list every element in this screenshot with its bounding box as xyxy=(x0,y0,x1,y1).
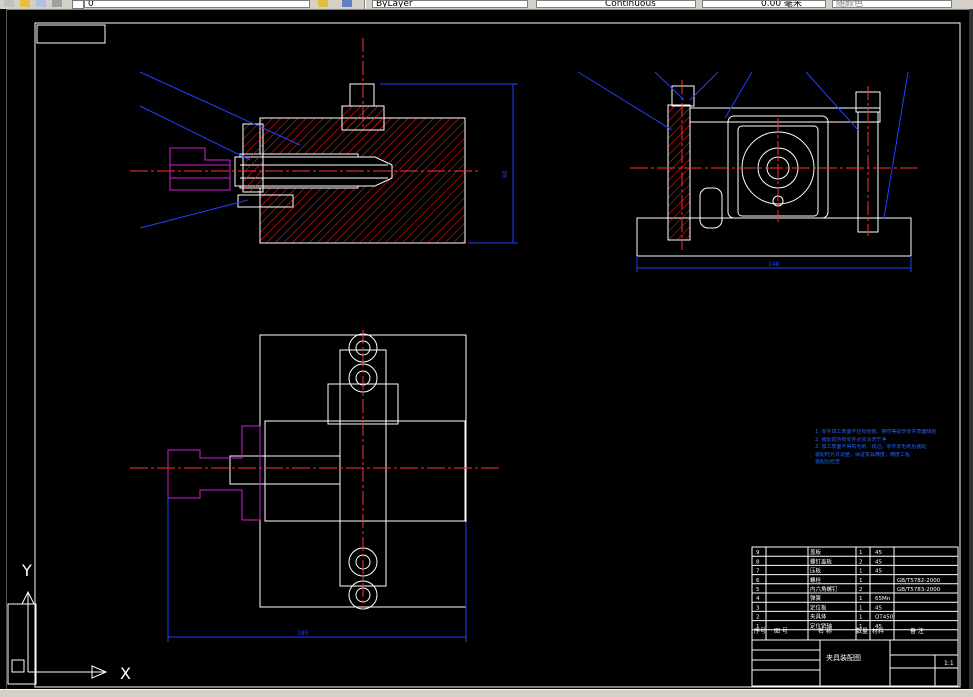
bom-cell-name: 弹簧 xyxy=(810,594,822,602)
leader-line xyxy=(139,71,301,146)
bom-cell-no: 8 xyxy=(756,559,760,565)
bom-cell-no: 5 xyxy=(756,587,760,593)
plotstyle-dropdown-value: 随颜色 xyxy=(836,0,864,8)
bom-cell-qty: 1 xyxy=(859,615,863,621)
bom-cell-name: 夹具体 xyxy=(810,613,827,621)
bom-cell-material: 45 xyxy=(875,550,882,556)
bom-cell-material: 65Mn xyxy=(875,596,891,602)
bom-cell-qty: 1 xyxy=(859,569,863,575)
bom-cell-material: 45 xyxy=(875,605,882,611)
bom-cell-qty: 2 xyxy=(859,587,863,593)
layer-bulb-icon[interactable] xyxy=(20,0,30,7)
tech-note-line: 3. 加工表面不得有毛刺、锐边，零件去毛刺后装配 xyxy=(815,444,927,450)
lineweight-dropdown-value: 0.00 毫米 xyxy=(761,0,802,8)
bom-rows: 9 盖板 1 45 8 螺钉盖板 2 45 7 压板 1 45 6 螺栓 1 GB/T5782-2000 5 内六… xyxy=(752,548,958,631)
workpiece-top-outline xyxy=(167,425,261,521)
tech-note-line: 1. 零件加工表面不应有划痕、擦伤等损伤零件表面缺陷 xyxy=(815,429,937,435)
plotstyle-dropdown[interactable]: 随颜色 xyxy=(832,0,952,8)
bom-cell-name: 螺栓 xyxy=(810,576,822,584)
bom-header-name: 名 称 xyxy=(818,627,832,635)
stud-left xyxy=(667,104,691,241)
layer-freeze-icon[interactable] xyxy=(36,0,46,7)
bom-cell-note: GB/T5783-2000 xyxy=(897,587,941,593)
work-piece-outline xyxy=(169,147,231,191)
bom-cell-name: 压板 xyxy=(810,567,822,575)
dimension-text-top-width: 185 xyxy=(297,630,309,637)
leader-line xyxy=(139,105,251,161)
bom-header-note: 备 注 xyxy=(910,627,924,635)
top-view: 185 xyxy=(130,330,500,642)
bom-cell-no: 2 xyxy=(756,615,760,621)
front-view: 80 xyxy=(130,38,518,244)
layer-state-icon[interactable] xyxy=(4,0,14,7)
bom-header-code: 图 号 xyxy=(774,628,788,635)
leader-line xyxy=(724,71,753,119)
ucs-icon xyxy=(7,590,108,685)
body-top xyxy=(264,420,466,522)
title-block: 夹具装配图 1:1 xyxy=(751,639,959,687)
bom-cell-name: 内六角螺钉 xyxy=(810,585,838,593)
bom-cell-no: 3 xyxy=(756,605,760,611)
linetype-dropdown[interactable]: Continuous xyxy=(536,0,696,8)
bom-cell-note: GB/T5782-2000 xyxy=(897,578,941,584)
bom-cell-name: 盖板 xyxy=(810,548,822,556)
leader-line xyxy=(883,71,909,219)
bom-header-qty: 数量 xyxy=(856,627,868,635)
title-block-scale: 1:1 xyxy=(944,660,954,667)
layer-color-swatch-icon xyxy=(72,0,84,9)
tech-note-line: 装配时允许调整，保证夹具精度，精度工程 xyxy=(815,451,911,458)
bom-cell-material: QT450 xyxy=(875,615,894,621)
title-block-title: 夹具装配图 xyxy=(826,653,861,662)
nut-left xyxy=(671,85,695,107)
bom-cell-no: 6 xyxy=(756,578,760,584)
drawing-border-tab xyxy=(36,24,106,44)
bom-header-no: 序号 xyxy=(754,627,766,635)
color-dropdown[interactable]: ByLayer xyxy=(372,0,528,8)
tech-note-line: 装配后检查 xyxy=(815,459,841,465)
bom-cell-qty: 1 xyxy=(859,605,863,611)
bolt-head-front xyxy=(349,83,375,107)
bom-cell-no: 7 xyxy=(756,569,760,575)
leader-line xyxy=(139,199,249,229)
toolbar-separator xyxy=(364,0,366,9)
bom-cell-qty: 2 xyxy=(859,559,863,565)
bom-cell-material: 45 xyxy=(875,559,882,565)
lineweight-dropdown[interactable]: 0.00 毫米 xyxy=(702,0,826,8)
leader-line xyxy=(577,71,673,131)
dimension-text-side-width: 148 xyxy=(768,261,780,268)
support-block xyxy=(699,187,723,229)
technical-requirements: 1. 零件加工表面不应有划痕、擦伤等损伤零件表面缺陷 2. 装配前所有零件必须清… xyxy=(815,429,937,467)
bom-cell-qty: 1 xyxy=(859,596,863,602)
ucs-y-label: Y xyxy=(22,561,32,580)
bom-cell-name: 定位板 xyxy=(810,603,827,611)
locating-pin-top xyxy=(229,455,341,485)
ucs-x-label: X xyxy=(120,664,131,683)
bom-cell-no: 9 xyxy=(756,550,760,556)
bom-header-row: 序号 图 号 名 称 数量 材料 备 注 xyxy=(754,627,924,635)
side-view: 148 xyxy=(577,71,918,272)
bom-cell-qty: 1 xyxy=(859,578,863,584)
title-block-frame xyxy=(751,639,959,687)
make-current-layer-icon[interactable] xyxy=(318,0,328,7)
tech-note-line: 2. 装配前所有零件必须清洗干净 xyxy=(815,436,887,443)
bom-cell-qty: 1 xyxy=(859,550,863,556)
leader-line xyxy=(805,71,859,131)
layer-previous-icon[interactable] xyxy=(342,0,352,7)
clamp-bar-side xyxy=(689,107,881,123)
layer-lock-icon[interactable] xyxy=(52,0,62,7)
color-dropdown-value: ByLayer xyxy=(376,0,413,8)
bom-cell-no: 4 xyxy=(756,596,760,602)
bill-of-materials: 9 盖板 1 45 8 螺钉盖板 2 45 7 压板 1 45 6 螺栓 1 GB/T5782-2000 5 内六… xyxy=(751,546,959,641)
bom-header-material: 材料 xyxy=(872,627,884,635)
layer-dropdown[interactable]: 0 xyxy=(84,0,310,8)
dimension-text-front-height: 80 xyxy=(502,170,509,178)
layer-dropdown-value: 0 xyxy=(88,0,94,8)
drawing-canvas[interactable]: 80 148 185 9 盖板 1 458 螺钉盖板 2 457 压板 1 45… xyxy=(0,9,973,689)
bom-cell-material: 45 xyxy=(875,569,882,575)
linetype-dropdown-value: Continuous xyxy=(605,0,656,8)
ucs-origin-box xyxy=(11,659,25,673)
bom-cell-name: 螺钉盖板 xyxy=(810,557,833,565)
